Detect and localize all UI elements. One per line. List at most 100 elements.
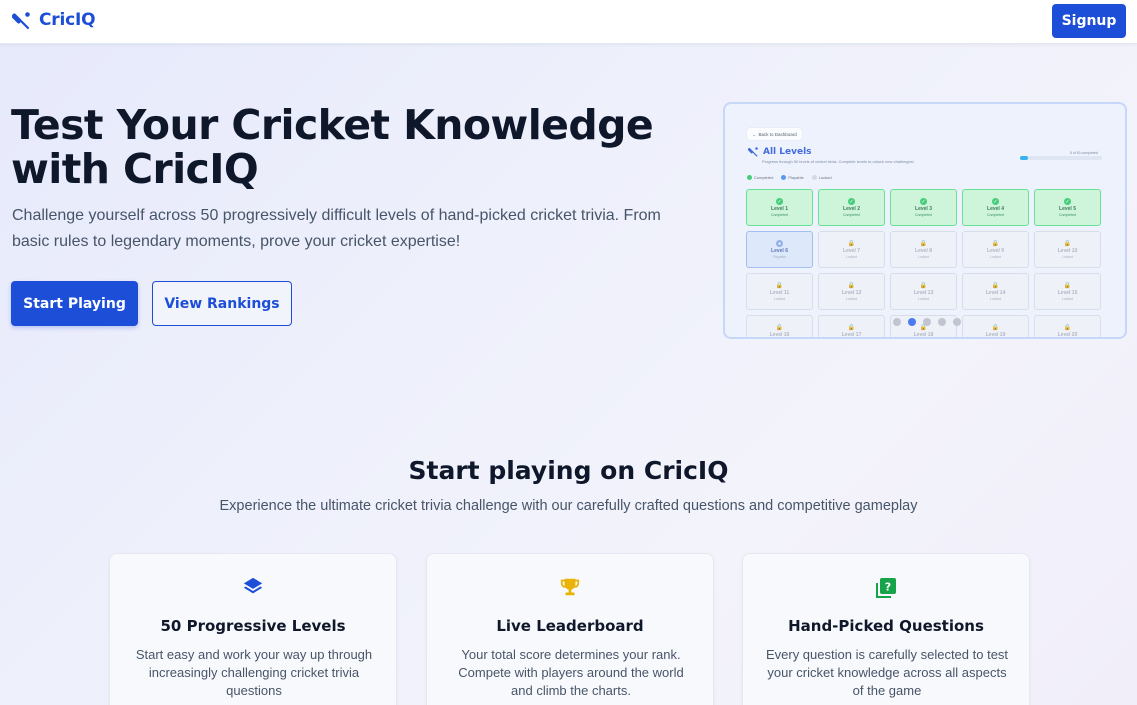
level-name: Level 11	[769, 290, 790, 296]
level-tile: 🔒Level 17Locked	[818, 315, 885, 338]
level-tile: ✓ Level 1 Completed	[746, 189, 813, 226]
hero-title: Test Your Cricket Knowledge with CricIQ	[11, 103, 691, 191]
level-tile: 🔒 Level 12 Locked	[818, 273, 885, 310]
carousel-dot[interactable]	[923, 318, 931, 326]
carousel-dot[interactable]	[938, 318, 946, 326]
carousel-dot[interactable]	[953, 318, 961, 326]
level-name: Level 4	[987, 206, 1004, 212]
check-icon: ✓	[920, 198, 927, 205]
legend-dot	[747, 175, 752, 180]
play-icon: ●	[776, 240, 783, 247]
level-status: Locked	[1061, 255, 1074, 259]
feature-description: Your total score determines your rank. C…	[458, 647, 684, 698]
section-subtitle: Experience the ultimate cricket trivia c…	[219, 498, 918, 514]
check-icon: ✓	[848, 198, 855, 205]
feature-title: Hand-Picked Questions	[788, 617, 984, 635]
legend-item: Playable	[781, 175, 804, 180]
brand-name: CricIQ	[39, 10, 96, 30]
lock-icon: 🔒	[919, 241, 928, 247]
level-status: Locked	[845, 255, 858, 259]
preview-back-label: Back to Dashboard	[758, 131, 797, 137]
level-tile: ✓ Level 2 Completed	[818, 189, 885, 226]
view-rankings-button[interactable]: View Rankings	[152, 281, 292, 326]
legend-item: Locked	[811, 175, 832, 180]
level-status: Completed	[771, 213, 788, 217]
level-status: Locked	[989, 255, 1002, 259]
trophy-icon	[560, 578, 580, 596]
level-status: Locked	[845, 297, 858, 301]
level-tile: 🔒Level 20Locked	[1034, 315, 1101, 338]
lock-icon: 🔒	[1063, 325, 1072, 331]
lock-icon: 🔒	[847, 325, 856, 331]
level-name: Level 12	[841, 290, 862, 296]
feature-title: 50 Progressive Levels	[160, 617, 346, 635]
feature-card-levels: 50 Progressive Levels Start easy and wor…	[109, 553, 397, 705]
level-name: Level 3	[915, 206, 932, 212]
svg-text:?: ?	[885, 581, 891, 594]
cricket-bat-icon	[12, 12, 30, 30]
level-name: Level 18	[913, 332, 934, 338]
question-box-icon: ?	[876, 578, 896, 598]
level-name: Level 8	[915, 248, 932, 254]
legend-item: Completed	[747, 175, 773, 180]
level-tile: 🔒 Level 8 Locked	[890, 231, 957, 268]
preview-subtitle: Progress through 50 levels of cricket tr…	[762, 159, 914, 164]
level-tile: 🔒 Level 9 Locked	[962, 231, 1029, 268]
level-tile: 🔒 Level 10 Locked	[1034, 231, 1101, 268]
level-name: Level 9	[987, 248, 1004, 254]
carousel-dot[interactable]	[893, 318, 901, 326]
level-name: Level 10	[1057, 248, 1078, 254]
legend-dot	[781, 175, 787, 180]
start-playing-button[interactable]: Start Playing	[11, 281, 138, 326]
level-status: Locked	[917, 297, 930, 301]
level-name: Level 7	[843, 248, 860, 254]
level-status: Locked	[917, 255, 930, 259]
level-tile: 🔒Level 19Locked	[962, 315, 1029, 337]
check-icon: ✓	[992, 198, 999, 205]
feature-description: Start easy and work your way up through …	[135, 647, 373, 698]
legend-label: Locked	[818, 175, 832, 180]
feature-card-questions: ? Hand-Picked Questions Every question i…	[742, 553, 1030, 705]
carousel-dot[interactable]	[908, 318, 916, 326]
level-name: Level 20	[1057, 332, 1078, 338]
carousel-dots	[893, 318, 961, 326]
level-tile: 🔒 Level 11 Locked	[746, 273, 813, 310]
level-tile: 🔒 Level 14 Locked	[962, 273, 1029, 310]
level-name: Level 1	[771, 206, 788, 212]
level-status: Completed	[843, 213, 860, 217]
feature-description: Every question is carefully selected to …	[765, 647, 1009, 698]
level-name: Level 13	[913, 290, 934, 296]
signup-button[interactable]: Signup	[1052, 4, 1126, 38]
level-status: Completed	[987, 213, 1004, 217]
level-status: Locked	[1061, 297, 1074, 301]
feature-title: Live Leaderboard	[496, 617, 644, 635]
cricket-bat-icon	[748, 147, 758, 157]
check-icon: ✓	[1064, 198, 1071, 205]
hero-title-line2: with CricIQ	[11, 145, 259, 193]
level-status: Playable	[772, 255, 787, 259]
level-tile: 🔒 Level 13 Locked	[890, 273, 957, 310]
layers-icon	[243, 577, 263, 594]
check-icon: ✓	[776, 198, 783, 205]
level-name: Level 17	[841, 332, 862, 338]
hero-subtitle: Challenge yourself across 50 progressive…	[12, 207, 661, 250]
level-status: Locked	[989, 297, 1002, 301]
navbar: CricIQ Signup	[0, 0, 1137, 44]
section-title: Start playing on CricIQ	[408, 456, 729, 485]
level-name: Level 16	[769, 332, 790, 338]
level-status: Completed	[1059, 213, 1076, 217]
level-status: Completed	[915, 213, 932, 217]
preview-back-button: ← Back to Dashboard	[747, 128, 802, 140]
level-name: Level 5	[1059, 206, 1076, 212]
level-name: Level 6	[771, 248, 788, 254]
preview-title: All Levels	[763, 146, 812, 157]
brand-logo[interactable]: CricIQ	[12, 10, 96, 30]
lock-icon: 🔒	[775, 283, 784, 289]
levels-preview-screenshot: ← Back to Dashboard All Levels Progress …	[723, 102, 1127, 339]
level-name: Level 15	[1057, 290, 1078, 296]
level-status: Locked	[773, 297, 786, 301]
level-tile: ● Level 6 Playable	[746, 231, 813, 268]
lock-icon: 🔒	[1063, 241, 1072, 247]
level-tile: 🔒 Level 7 Locked	[818, 231, 885, 268]
lock-icon: 🔒	[847, 283, 856, 289]
